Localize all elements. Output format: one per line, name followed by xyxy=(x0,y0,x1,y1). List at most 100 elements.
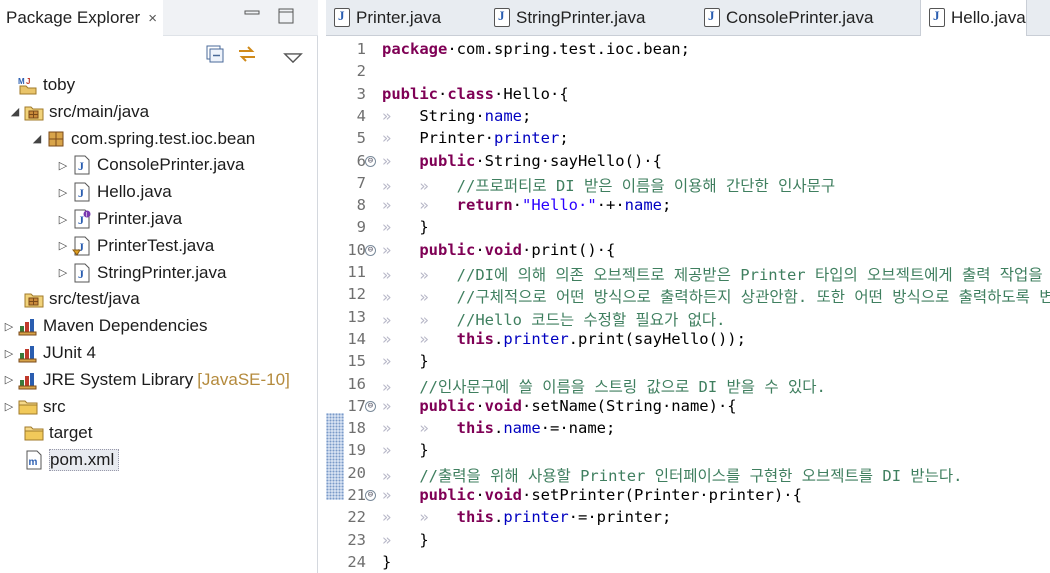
code-token: ; xyxy=(661,196,672,215)
code-line[interactable]: 21 ⊖ » public·void·setPrinter(Printer·prin… xyxy=(326,486,1050,508)
code-line[interactable]: 14 » » this.printer.print(sayHello()); xyxy=(326,330,1050,352)
code-token: » » xyxy=(382,288,457,307)
tree-item[interactable]: m pom.xml xyxy=(8,447,120,473)
project-icon: MJ xyxy=(18,75,38,95)
tree-item-label: Maven Dependencies xyxy=(43,316,208,336)
java-file-icon: J xyxy=(72,263,92,283)
expand-toggle-icon[interactable]: ▷ xyxy=(2,400,16,413)
maximize-icon[interactable] xyxy=(278,8,294,24)
tree-item[interactable]: M Jtoby xyxy=(2,72,75,98)
code-token: //출력을 위해 사용할 Printer 인터페이스를 구현한 오브젝트를 DI… xyxy=(419,466,963,485)
expand-toggle-icon[interactable]: ▷ xyxy=(56,186,70,199)
editor-tab[interactable]: Hello.java xyxy=(920,0,1027,36)
expand-toggle-icon[interactable]: ◢ xyxy=(8,105,22,118)
expand-toggle-icon[interactable]: ▷ xyxy=(2,373,16,386)
code-line[interactable]: 17 ⊖ » public·void·setName(String·name)·{ xyxy=(326,397,1050,419)
tree-item-label: Printer.java xyxy=(97,209,183,228)
tree-item[interactable]: src/test/java xyxy=(8,286,140,312)
code-token: » xyxy=(382,129,420,148)
fold-toggle-icon[interactable]: ⊖ xyxy=(365,155,376,167)
code-line[interactable]: 2 xyxy=(326,62,1050,84)
code-line[interactable]: 22 » » this.printer·=·printer; xyxy=(326,508,1050,530)
code-token: ; xyxy=(559,129,569,148)
tree-item[interactable]: ▷ J Hello.java xyxy=(56,179,172,205)
expand-toggle-icon[interactable]: ▷ xyxy=(56,159,70,172)
expand-toggle-icon[interactable]: ▷ xyxy=(56,266,70,279)
expand-toggle-icon[interactable]: ▷ xyxy=(2,320,16,333)
code-line[interactable]: 20 » //출력을 위해 사용할 Printer 인터페이스를 구현한 오브젝트… xyxy=(326,464,1050,486)
tree-item[interactable]: ▷ J StringPrinter.java xyxy=(56,260,226,286)
code-token: » xyxy=(382,240,420,259)
code-token: .print(sayHello()); xyxy=(568,329,746,348)
code-line[interactable]: 13 » » //Hello 코드는 수정할 필요가 없다. xyxy=(326,308,1050,330)
tree-item[interactable]: ◢ src/main/java xyxy=(8,99,149,125)
code-line[interactable]: 3 public·class·Hello·{ xyxy=(326,85,1050,107)
fold-toggle-icon[interactable]: ⊖ xyxy=(365,490,376,501)
code-token: return xyxy=(456,196,513,215)
tree-item[interactable]: ◢ com.spring.test.ioc.bean xyxy=(30,126,256,152)
tree-item[interactable]: ▷ JUnit 4 xyxy=(2,340,96,366)
code-line[interactable]: 16 » //인사문구에 쓸 이름을 스트링 값으로 DI 받을 수 있다. xyxy=(326,375,1050,397)
explorer-toolbar xyxy=(0,36,318,72)
code-token: · xyxy=(475,486,485,504)
editor-tab[interactable]: StringPrinter.java xyxy=(486,0,645,36)
code-line[interactable]: 10 ⊖ » public·void·print()·{ xyxy=(326,241,1050,263)
editor-tab-label: Hello.java xyxy=(951,8,1026,27)
fold-toggle-icon[interactable]: ⊖ xyxy=(365,400,376,412)
code-text: » } xyxy=(382,352,429,370)
code-line[interactable]: 4 » String·name; xyxy=(326,107,1050,129)
close-icon[interactable]: × xyxy=(148,10,157,27)
code-line[interactable]: 24} xyxy=(326,553,1050,573)
code-line[interactable]: 19 » } xyxy=(326,441,1050,463)
tree-item[interactable]: ▷ J I Printer.java xyxy=(56,206,182,232)
code-token: class xyxy=(447,84,495,103)
code-line[interactable]: 5 » Printer·printer; xyxy=(326,129,1050,151)
svg-text:J: J xyxy=(78,267,84,281)
java-file-icon xyxy=(494,8,510,27)
code-line[interactable]: 6 ⊖ » public·String·sayHello()·{ xyxy=(326,152,1050,174)
code-line[interactable]: 12 » » //구체적으로 어떤 방식으로 출력하든지 상관안함. 또한 어떤 … xyxy=(326,285,1050,307)
expand-toggle-icon[interactable]: ◢ xyxy=(30,132,44,145)
fold-toggle-icon[interactable]: ⊖ xyxy=(365,244,376,256)
library-icon xyxy=(18,370,38,390)
line-number: 21 xyxy=(347,486,366,504)
code-line[interactable]: 1 package·com.spring.test.ioc.bean; xyxy=(326,40,1050,62)
line-number: 7 xyxy=(356,173,366,192)
view-menu-icon[interactable] xyxy=(282,48,304,68)
code-line[interactable]: 23 » } xyxy=(326,531,1050,553)
code-token: //DI에 의해 의존 오브젝트로 제공받은 Printer 타입의 오브젝트에… xyxy=(456,266,1050,284)
editor-tab[interactable]: Printer.java xyxy=(326,0,441,36)
tree-item[interactable]: ▷ J ConsolePrinter.java xyxy=(56,152,244,178)
expand-toggle-icon[interactable]: ▷ xyxy=(56,213,70,226)
tree-item[interactable]: ▷ J PrinterTest.java xyxy=(56,233,214,259)
code-line[interactable]: 8 » » return·"Hello·"·+·name; xyxy=(326,196,1050,218)
code-token: » » xyxy=(382,266,457,284)
editor-tab-label: Printer.java xyxy=(356,8,442,27)
code-line[interactable]: 18 » » this.name·=·name; xyxy=(326,419,1050,441)
code-line[interactable]: 9 » } xyxy=(326,218,1050,240)
expand-toggle-icon[interactable]: ▷ xyxy=(56,239,70,252)
svg-text:J: J xyxy=(78,213,84,227)
code-line[interactable]: 7 » » //프로퍼티로 DI 받은 이름을 이용해 간단한 인사문구 xyxy=(326,174,1050,196)
minimize-icon[interactable] xyxy=(244,10,260,16)
code-text: » » this.name·=·name; xyxy=(382,419,615,437)
tree-item[interactable]: ▷ src xyxy=(2,394,66,420)
code-token: //Hello 코드는 수정할 필요가 없다. xyxy=(456,310,726,329)
collapse-all-icon[interactable] xyxy=(204,44,226,64)
editor-tab[interactable]: ConsolePrinter.java xyxy=(696,0,873,36)
line-number: 9 xyxy=(356,218,366,237)
tree-item[interactable]: ▷ Maven Dependencies xyxy=(2,313,207,339)
code-line[interactable]: 11 » » //DI에 의해 의존 오브젝트로 제공받은 Printer 타입의… xyxy=(326,263,1050,285)
tree-item-label: src/test/java xyxy=(49,289,140,309)
link-with-editor-icon[interactable] xyxy=(236,44,258,64)
code-text: » public·void·print()·{ xyxy=(382,241,615,259)
editor-tab-label: ConsolePrinter.java xyxy=(726,8,874,27)
code-token: » xyxy=(382,377,420,396)
code-line[interactable]: 15 » } xyxy=(326,352,1050,374)
expand-toggle-icon[interactable]: ▷ xyxy=(2,347,16,360)
code-token: String· xyxy=(419,106,485,125)
tree-item[interactable]: ▷ JRE System Library [JavaSE-10] xyxy=(2,367,290,393)
tree-item[interactable]: target xyxy=(8,420,92,446)
package-explorer-tab[interactable]: Package Explorer × xyxy=(0,0,163,36)
line-number: 19 xyxy=(347,441,366,460)
